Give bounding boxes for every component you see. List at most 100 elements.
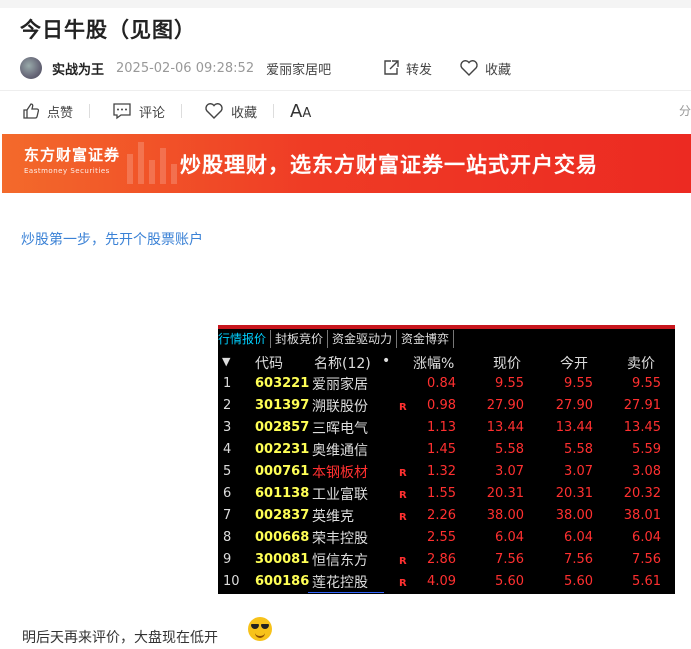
row-index: 6 bbox=[223, 486, 232, 501]
row-open: 5.58 bbox=[564, 442, 593, 457]
font-large-glyph: A bbox=[290, 100, 303, 122]
row-code: 002231 bbox=[255, 442, 310, 457]
row-name: 本钢板材 bbox=[312, 465, 368, 481]
row-pct: 1.32 bbox=[427, 464, 456, 479]
author-avatar[interactable] bbox=[20, 57, 42, 79]
row-ask: 38.01 bbox=[623, 508, 661, 523]
edge-truncated-text: 分 bbox=[678, 104, 691, 118]
heart-icon bbox=[205, 103, 223, 119]
row-name: 莲花控股 bbox=[312, 575, 368, 591]
row-pct: 1.55 bbox=[427, 486, 456, 501]
forward-button[interactable]: 转发 bbox=[382, 56, 432, 80]
row-pct: 1.13 bbox=[427, 420, 456, 435]
row-open: 38.00 bbox=[555, 508, 593, 523]
logo-en: Eastmoney Securities bbox=[24, 167, 110, 175]
row-code: 000668 bbox=[255, 530, 310, 545]
row-price: 5.60 bbox=[495, 574, 524, 589]
row-price: 38.00 bbox=[486, 508, 524, 523]
post-title: 今日牛股（见图） bbox=[20, 18, 196, 42]
header-ask: 卖价 bbox=[627, 356, 655, 372]
quote-tabs: 行情报价 封板竞价 资金驱动力 资金博弈 bbox=[218, 330, 455, 348]
header-pct: 涨幅% bbox=[413, 356, 455, 372]
row-ask: 7.56 bbox=[632, 552, 661, 567]
row-open: 6.04 bbox=[564, 530, 593, 545]
favorite-label: 收藏 bbox=[485, 62, 512, 78]
tab-fund-game: 资金博弈 bbox=[397, 330, 455, 348]
row-ask: 13.45 bbox=[623, 420, 661, 435]
row-open: 3.07 bbox=[564, 464, 593, 479]
favorite-button[interactable]: 收藏 bbox=[459, 56, 511, 80]
row-code: 603221 bbox=[255, 376, 310, 391]
row-pct: 2.26 bbox=[427, 508, 456, 523]
row-name: 三晖电气 bbox=[312, 421, 368, 437]
row-pct: 0.98 bbox=[427, 398, 456, 413]
row-open: 20.31 bbox=[555, 486, 593, 501]
row-index: 10 bbox=[223, 574, 240, 589]
header-price: 现价 bbox=[493, 356, 521, 372]
table-row: 4 002231 奥维通信 1.45 5.58 5.58 5.59 bbox=[218, 439, 675, 461]
row-ask: 20.32 bbox=[623, 486, 661, 501]
header-open: 今开 bbox=[560, 356, 588, 372]
ad-banner[interactable]: 东方财富证券 Eastmoney Securities 炒股理财，选东方财富证券… bbox=[2, 134, 691, 193]
row-index: 3 bbox=[223, 420, 232, 435]
broker-logo: 东方财富证券 Eastmoney Securities bbox=[24, 144, 120, 175]
like-label: 点赞 bbox=[47, 105, 74, 121]
collect-label: 收藏 bbox=[231, 105, 258, 121]
banner-slogan: 炒股理财，选东方财富证券一站式开户交易 bbox=[180, 153, 598, 177]
banner-decoration bbox=[127, 142, 177, 184]
action-bar: 点赞 评论 收藏 AA bbox=[0, 96, 691, 126]
row-price: 9.55 bbox=[495, 376, 524, 391]
post-meta: 实战为王 2025-02-06 09:28:52 爱丽家居吧 bbox=[20, 56, 331, 80]
table-row: 10 600186 莲花控股 R 4.09 5.60 5.60 5.61 bbox=[218, 571, 675, 593]
heart-icon bbox=[460, 60, 478, 76]
row-pct: 0.84 bbox=[427, 376, 456, 391]
stock-quote-image: 行情报价 封板竞价 资金驱动力 资金博弈 ▼ 代码 名称(12) • 涨幅% 现… bbox=[218, 325, 675, 594]
like-button[interactable]: 点赞 bbox=[0, 102, 89, 121]
quote-top-line bbox=[218, 325, 675, 329]
row-ask: 6.04 bbox=[632, 530, 661, 545]
row-pct: 2.86 bbox=[427, 552, 456, 567]
row-index: 7 bbox=[223, 508, 232, 523]
row-code: 600186 bbox=[255, 574, 310, 589]
sort-arrow-icon: ▼ bbox=[222, 355, 231, 368]
table-row: 8 000668 荣丰控股 2.55 6.04 6.04 6.04 bbox=[218, 527, 675, 549]
row-name: 荣丰控股 bbox=[312, 531, 368, 547]
row-index: 2 bbox=[223, 398, 232, 413]
row-pct: 2.55 bbox=[427, 530, 456, 545]
row-price: 20.31 bbox=[486, 486, 524, 501]
logo-cn: 东方财富证券 bbox=[24, 146, 121, 164]
table-row: 2 301397 溯联股份 R 0.98 27.90 27.90 27.91 bbox=[218, 395, 675, 417]
sunglasses-emoji-icon bbox=[248, 617, 272, 641]
forward-label: 转发 bbox=[406, 62, 433, 78]
stock-bar-link[interactable]: 爱丽家居吧 bbox=[266, 59, 331, 78]
comment-label: 评论 bbox=[139, 105, 166, 121]
open-account-link[interactable]: 炒股第一步，先开个股票账户 bbox=[21, 229, 203, 249]
row-code: 301397 bbox=[255, 398, 310, 413]
row-code: 300081 bbox=[255, 552, 310, 567]
selection-underline bbox=[308, 592, 384, 593]
row-index: 5 bbox=[223, 464, 232, 479]
row-price: 13.44 bbox=[486, 420, 524, 435]
row-name: 溯联股份 bbox=[312, 399, 368, 415]
collect-button[interactable]: 收藏 bbox=[182, 102, 273, 121]
row-ask: 27.91 bbox=[623, 398, 661, 413]
table-row: 1 603221 爱丽家居 0.84 9.55 9.55 9.55 bbox=[218, 373, 675, 395]
row-open: 7.56 bbox=[564, 552, 593, 567]
tab-limit-bidding: 封板竞价 bbox=[271, 330, 329, 348]
header-name: 名称(12) bbox=[314, 356, 371, 372]
row-open: 5.60 bbox=[564, 574, 593, 589]
row-name: 工业富联 bbox=[312, 487, 368, 503]
row-ask: 3.08 bbox=[632, 464, 661, 479]
comment-button[interactable]: 评论 bbox=[90, 102, 181, 121]
table-row: 7 002837 英维克 R 2.26 38.00 38.00 38.01 bbox=[218, 505, 675, 527]
author-name[interactable]: 实战为王 bbox=[52, 59, 104, 78]
font-size-button[interactable]: AA bbox=[274, 101, 311, 122]
divider bbox=[0, 90, 691, 91]
row-name: 爱丽家居 bbox=[312, 377, 368, 393]
thumbs-up-icon bbox=[23, 103, 40, 119]
comment-icon bbox=[113, 103, 131, 120]
post-body-text: 明后天再来评价，大盘现在低开 bbox=[22, 630, 218, 646]
post-time: 2025-02-06 09:28:52 bbox=[116, 60, 255, 76]
header-dot: • bbox=[382, 353, 391, 369]
row-code: 000761 bbox=[255, 464, 310, 479]
